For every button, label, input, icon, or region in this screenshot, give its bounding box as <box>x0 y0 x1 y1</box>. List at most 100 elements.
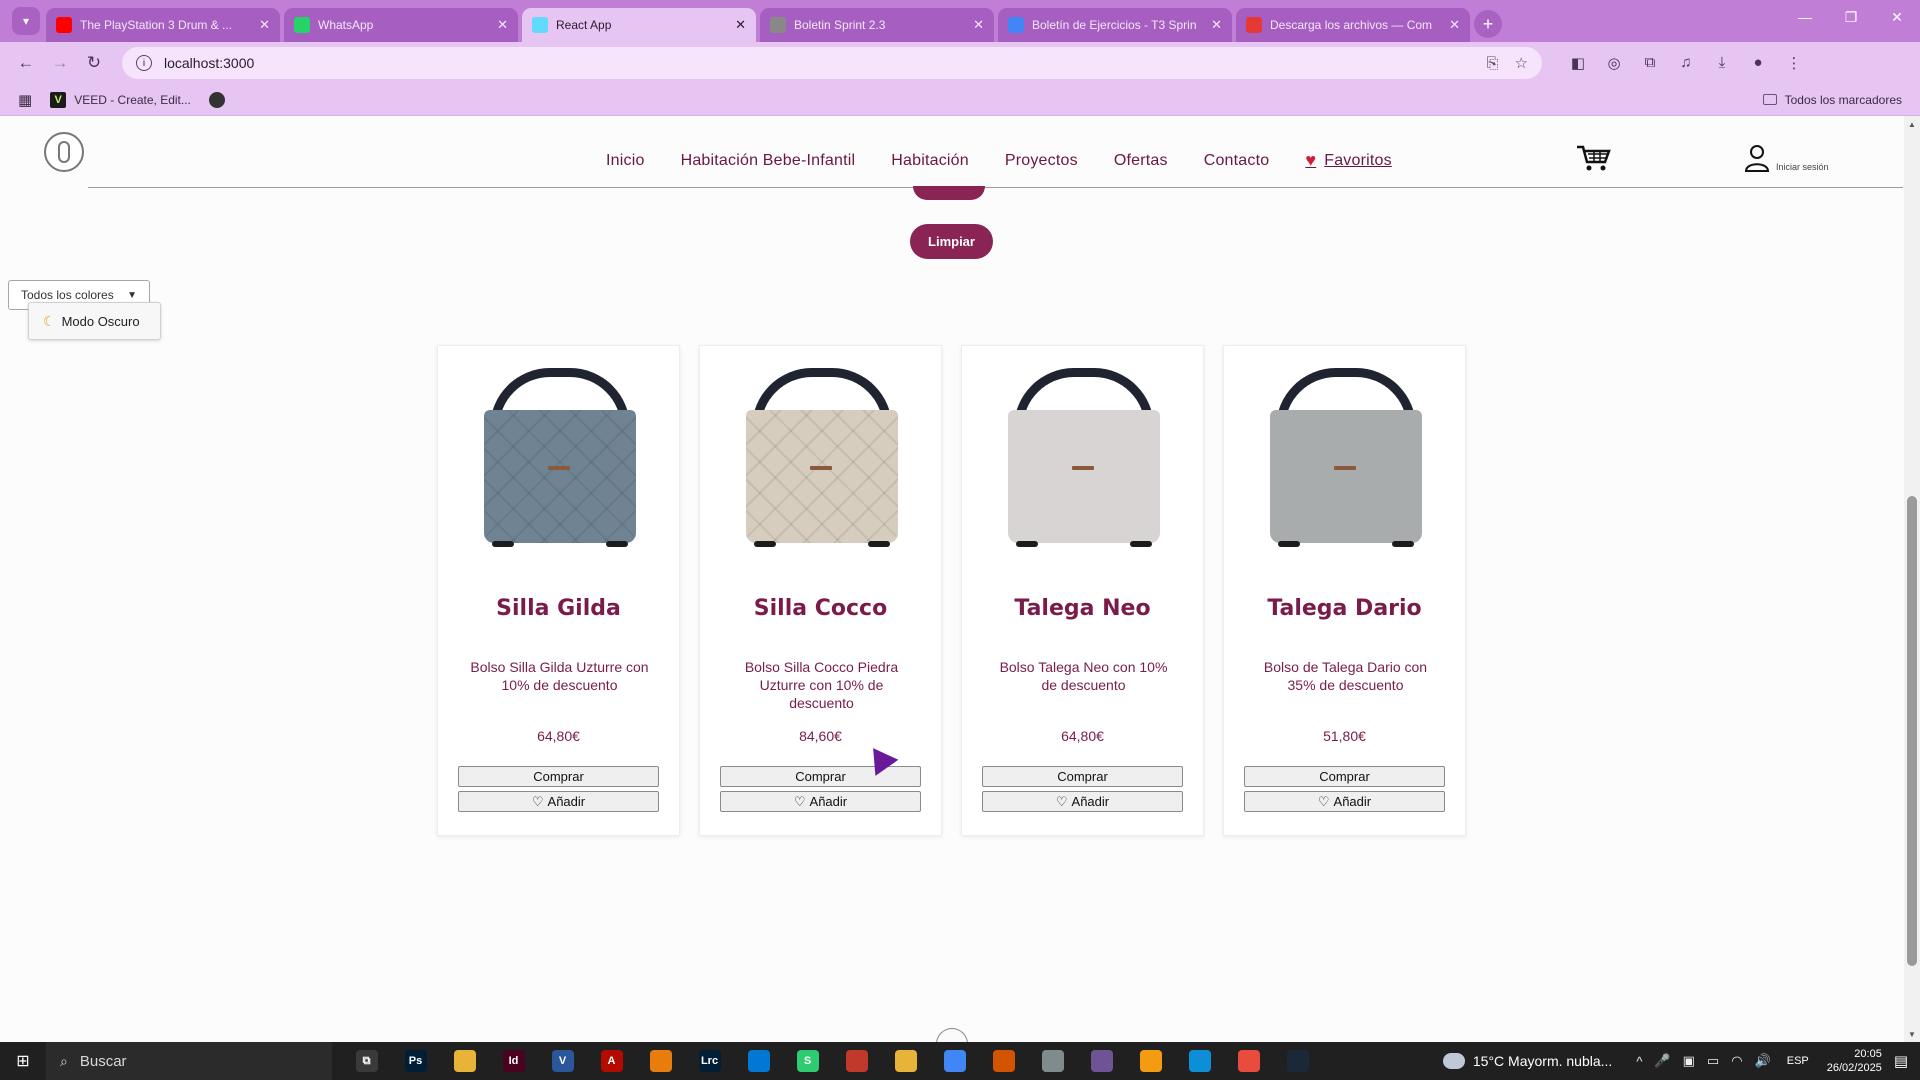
buy-button[interactable]: Comprar <box>458 766 659 787</box>
taskbar-search[interactable]: ⌕ Buscar <box>46 1042 332 1080</box>
filter-button-partial[interactable] <box>913 186 985 200</box>
volume-icon[interactable]: 🔊 <box>1755 1053 1771 1069</box>
scroll-up-arrow[interactable]: ▲ <box>1908 120 1916 129</box>
nav-ofertas[interactable]: Ofertas <box>1114 152 1168 170</box>
bookmark-veed[interactable]: V VEED - Create, Edit... <box>50 91 191 108</box>
downloads-icon[interactable]: ⤓ <box>1704 54 1740 72</box>
taskbar-app-lightroom[interactable]: Lrc <box>685 1042 734 1080</box>
minimize-button[interactable]: — <box>1782 0 1828 34</box>
profile-avatar-icon[interactable]: ● <box>1740 54 1776 72</box>
browser-tab[interactable]: WhatsApp ✕ <box>284 8 518 42</box>
browser-tab[interactable]: Descarga los archivos — Com ✕ <box>1236 8 1470 42</box>
taskbar-app-app-steam[interactable] <box>1273 1042 1322 1080</box>
install-app-icon[interactable]: ⎘ <box>1487 55 1499 72</box>
add-favorite-button[interactable]: ♡ Añadir <box>458 791 659 812</box>
buy-button[interactable]: Comprar <box>1244 766 1445 787</box>
tab-close-icon[interactable]: ✕ <box>497 17 508 33</box>
browser-tab[interactable]: Boletin Sprint 2.3 ✕ <box>760 8 994 42</box>
browser-tab[interactable]: Boletín de Ejercicios - T3 Sprin ✕ <box>998 8 1232 42</box>
taskbar-app-vscode[interactable] <box>734 1042 783 1080</box>
extensions-puzzle-icon[interactable]: ⧉ <box>1632 54 1668 72</box>
taskbar-app-app-orange[interactable] <box>1126 1042 1175 1080</box>
nav-habitacion-bebe-infantil[interactable]: Habitación Bebe-Infantil <box>681 152 856 170</box>
close-window-button[interactable]: ✕ <box>1874 0 1920 34</box>
taskbar-app-app-color[interactable] <box>979 1042 1028 1080</box>
tab-title: The PlayStation 3 Drum & ... <box>80 18 233 32</box>
battery-icon[interactable]: ▭ <box>1707 1053 1719 1069</box>
bookmark-star-icon[interactable]: ☆ <box>1515 54 1528 72</box>
site-info-icon[interactable]: i <box>136 55 152 71</box>
product-image[interactable] <box>1000 368 1168 547</box>
login-link[interactable]: Iniciar sesión <box>1744 144 1829 172</box>
extension-icon[interactable]: ◧ <box>1560 54 1596 72</box>
taskbar-app-app-note[interactable] <box>881 1042 930 1080</box>
clear-filters-button[interactable]: Limpiar <box>910 224 993 259</box>
microphone-icon[interactable]: 🎤 <box>1654 1053 1670 1069</box>
media-control-icon[interactable]: ♫ <box>1668 54 1704 72</box>
browser-tab[interactable]: React App ✕ <box>522 8 756 42</box>
menu-dots-icon[interactable]: ⋮ <box>1776 54 1812 72</box>
buy-button[interactable]: Comprar <box>720 766 921 787</box>
taskbar-app-chrome[interactable] <box>930 1042 979 1080</box>
language-indicator[interactable]: ESP <box>1787 1055 1809 1067</box>
all-bookmarks-button[interactable]: Todos los marcadores <box>1762 93 1902 107</box>
apps-grid-icon[interactable]: ▦ <box>18 91 32 109</box>
scroll-to-top-button[interactable] <box>936 1028 968 1042</box>
tab-search-button[interactable]: ▾ <box>12 7 40 35</box>
buy-button[interactable]: Comprar <box>982 766 1183 787</box>
page-scrollbar[interactable]: ▲ ▼ <box>1904 116 1920 1042</box>
restore-button[interactable]: ❐ <box>1828 0 1874 34</box>
clock[interactable]: 20:05 26/02/2025 <box>1827 1047 1882 1075</box>
taskbar-app-photoshop[interactable]: Ps <box>391 1042 440 1080</box>
notifications-icon[interactable]: ▤ <box>1894 1052 1908 1070</box>
product-price: 64,80€ <box>1061 728 1104 744</box>
add-favorite-button[interactable]: ♡ Añadir <box>720 791 921 812</box>
extension-icon[interactable]: ◎ <box>1596 54 1632 72</box>
taskbar-app-app-s[interactable]: S <box>783 1042 832 1080</box>
shopping-cart-icon[interactable] <box>1576 144 1612 172</box>
taskbar-app-blender[interactable] <box>636 1042 685 1080</box>
nav-inicio[interactable]: Inicio <box>606 152 645 170</box>
reload-button[interactable]: ↻ <box>78 47 110 79</box>
tray-chevron-icon[interactable]: ^ <box>1636 1054 1642 1069</box>
product-image[interactable] <box>1262 368 1430 547</box>
display-icon[interactable]: ▣ <box>1683 1053 1695 1069</box>
taskbar-app-edge[interactable] <box>1175 1042 1224 1080</box>
tab-close-icon[interactable]: ✕ <box>1449 17 1460 33</box>
product-image[interactable] <box>738 368 906 547</box>
add-favorite-button[interactable]: ♡ Añadir <box>982 791 1183 812</box>
scrollbar-thumb[interactable] <box>1907 496 1917 966</box>
forward-button[interactable]: → <box>44 47 76 79</box>
scroll-down-arrow[interactable]: ▼ <box>1908 1030 1916 1039</box>
site-logo[interactable] <box>44 132 84 172</box>
taskbar-app-indesign[interactable]: Id <box>489 1042 538 1080</box>
browser-tab[interactable]: The PlayStation 3 Drum & ... ✕ <box>46 8 280 42</box>
dark-mode-button[interactable]: ☾ Modo Oscuro <box>28 302 161 340</box>
taskbar-app-github[interactable] <box>1077 1042 1126 1080</box>
taskbar-app-app-mouse[interactable] <box>1028 1042 1077 1080</box>
tab-close-icon[interactable]: ✕ <box>973 17 984 33</box>
taskbar-app-visio[interactable]: V <box>538 1042 587 1080</box>
back-button[interactable]: ← <box>10 47 42 79</box>
taskbar-app-task-view[interactable]: ⧉ <box>342 1042 391 1080</box>
taskbar-app-app-red[interactable] <box>1224 1042 1273 1080</box>
nav-favoritos[interactable]: ♥ Favoritos <box>1305 150 1392 171</box>
taskbar-app-app-grid[interactable] <box>832 1042 881 1080</box>
wifi-icon[interactable]: ◠ <box>1731 1053 1742 1069</box>
taskbar-app-acrobat[interactable]: A <box>587 1042 636 1080</box>
weather-widget[interactable]: 15°C Mayorm. nubla... <box>1442 1053 1612 1069</box>
nav-proyectos[interactable]: Proyectos <box>1005 152 1078 170</box>
taskbar-app-file-explorer[interactable] <box>440 1042 489 1080</box>
nav-contacto[interactable]: Contacto <box>1204 152 1270 170</box>
tab-title: Boletín de Ejercicios - T3 Sprin <box>1032 18 1197 32</box>
address-bar[interactable]: i localhost:3000 ⎘ ☆ <box>122 47 1542 79</box>
windows-start-icon[interactable]: ⊞ <box>0 1042 46 1080</box>
tab-close-icon[interactable]: ✕ <box>259 17 270 33</box>
bookmark-globe[interactable] <box>208 91 225 108</box>
new-tab-button[interactable]: + <box>1474 10 1502 38</box>
tab-close-icon[interactable]: ✕ <box>1211 17 1222 33</box>
nav-habitacion[interactable]: Habitación <box>891 152 969 170</box>
add-favorite-button[interactable]: ♡ Añadir <box>1244 791 1445 812</box>
product-image[interactable] <box>476 368 644 547</box>
tab-close-icon[interactable]: ✕ <box>735 17 746 33</box>
